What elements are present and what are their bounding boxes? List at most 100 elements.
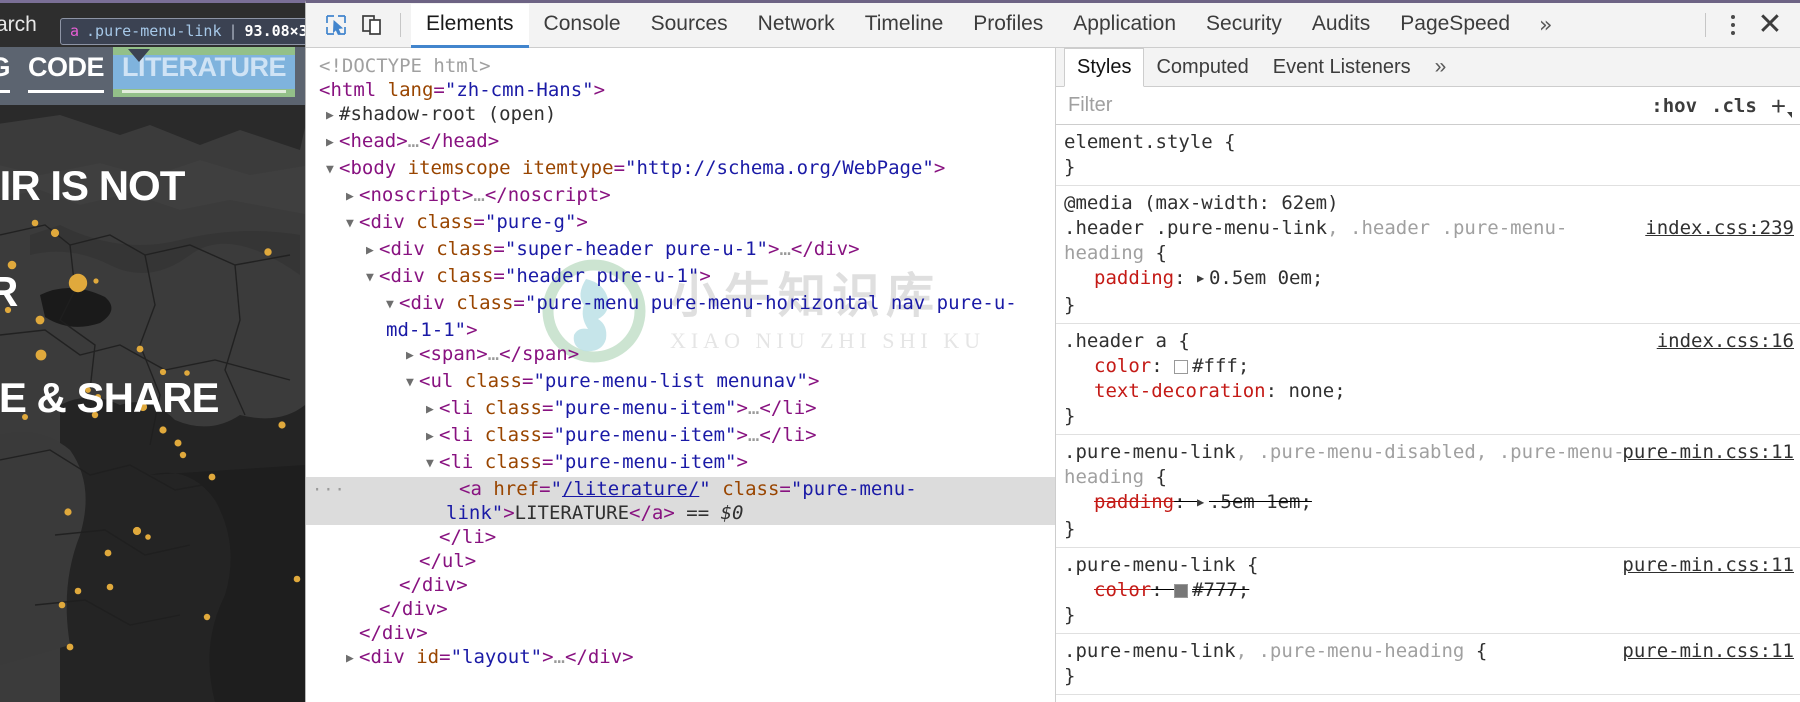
dom-row[interactable]: ▼ <ul class="pure-menu-list menunav"> [306, 369, 1055, 396]
css-declaration[interactable]: color: #fff; [1064, 354, 1800, 379]
css-rule-close-brace: } [1064, 604, 1076, 626]
css-rules-list[interactable]: element.style {} @media (max-width: 62em)… [1056, 125, 1800, 702]
dom-row[interactable]: ▶ <div class="super-header pure-u-1">…</d… [306, 237, 1055, 264]
disclosure-triangle-icon[interactable]: ▶ [326, 131, 339, 155]
css-rule[interactable]: .pure-menu-link {color: #777;} pure-min.c… [1056, 548, 1800, 634]
css-rule[interactable]: .pure-menu-link, .pure-menu-heading {} pu… [1056, 634, 1800, 695]
dom-row[interactable]: </div> [306, 597, 1055, 621]
css-selector[interactable]: element.style { [1064, 130, 1800, 155]
dom-row[interactable]: </div> [306, 573, 1055, 597]
dom-tree-pane[interactable]: 小牛知识库 XIAO NIU ZHI SHI KU <!DOCTYPE html… [306, 48, 1056, 702]
css-declaration[interactable]: color: #777; [1064, 578, 1800, 603]
dom-row[interactable]: ▶ <head>…</head> [306, 129, 1055, 156]
disclosure-triangle-icon[interactable]: ▼ [326, 158, 339, 182]
tab-event-listeners[interactable]: Event Listeners [1261, 48, 1423, 86]
tab-sources[interactable]: Sources [636, 4, 743, 48]
new-style-rule-button[interactable]: + [1771, 93, 1793, 119]
dom-row[interactable]: ▶ <div id="layout">…</div> [306, 645, 1055, 672]
dom-row[interactable]: ▼ <div class="pure-menu pure-menu-horizon… [306, 291, 1055, 342]
css-property: padding [1094, 491, 1175, 513]
css-declaration[interactable]: text-decoration: none; [1064, 379, 1800, 404]
css-value: .5em 1em; [1208, 491, 1312, 513]
tab-pagespeed[interactable]: PageSpeed [1385, 4, 1525, 48]
css-rule[interactable]: element.style {} [1056, 125, 1800, 186]
tab-console[interactable]: Console [529, 4, 636, 48]
tab-computed[interactable]: Computed [1144, 48, 1260, 86]
css-rule[interactable]: @media (max-width: 62em) .header .pure-me… [1056, 186, 1800, 324]
dom-row[interactable]: </li> [306, 525, 1055, 549]
disclosure-triangle-icon[interactable]: ▼ [346, 212, 359, 236]
dom-row[interactable]: ▼ <li class="pure-menu-item"> [306, 450, 1055, 477]
disclosure-triangle-icon[interactable]: ▶ [406, 344, 419, 368]
css-rule-close-brace: } [1064, 294, 1076, 316]
dom-row[interactable]: ▼ <body itemscope itemtype="http://schema… [306, 156, 1055, 183]
menu-item-code[interactable]: CODE [19, 47, 113, 97]
css-source-link[interactable]: index.css:16 [1657, 329, 1794, 354]
dom-row[interactable]: ▶ <noscript>…</noscript> [306, 183, 1055, 210]
disclosure-triangle-icon[interactable]: ▶ [426, 398, 439, 422]
close-icon[interactable]: ✕ [1750, 8, 1790, 42]
css-rule[interactable]: .header a {color: #fff; text-decoration: … [1056, 324, 1800, 435]
css-property: padding [1094, 267, 1175, 289]
css-source-link[interactable]: pure-min.css:11 [1622, 440, 1794, 465]
dom-row[interactable]: ▶ <li class="pure-menu-item">…</li> [306, 396, 1055, 423]
menu-link-code[interactable]: CODE [19, 47, 113, 97]
menu-item-blog[interactable]: BLOG [0, 47, 19, 97]
styles-tab-overflow-icon[interactable]: » [1423, 48, 1459, 86]
tab-overflow-icon[interactable]: » [1525, 13, 1566, 38]
world-map-graphic [0, 105, 305, 702]
dom-row[interactable]: ▶ <span>…</span> [306, 342, 1055, 369]
disclosure-triangle-icon[interactable]: ▼ [386, 293, 399, 317]
tab-security[interactable]: Security [1191, 4, 1297, 48]
tooltip-dimensions: 93.08×34 [244, 22, 305, 40]
kebab-menu-icon[interactable] [1716, 8, 1750, 42]
tab-profiles[interactable]: Profiles [958, 4, 1058, 48]
dom-row[interactable]: ▶ <li class="pure-menu-item">…</li> [306, 423, 1055, 450]
menu-underline-literature [122, 90, 286, 94]
dom-row[interactable]: </ul> [306, 549, 1055, 573]
tab-timeline[interactable]: Timeline [850, 4, 959, 48]
styles-filter-input[interactable] [1068, 94, 1638, 117]
tab-styles[interactable]: Styles [1064, 48, 1145, 87]
disclosure-triangle-icon[interactable]: ▶ [366, 239, 379, 263]
expand-shorthand-icon[interactable]: ▶ [1197, 490, 1209, 515]
disclosure-triangle-icon[interactable]: ▶ [346, 647, 359, 671]
css-declaration[interactable]: padding: ▶ 0.5em 0em; [1064, 266, 1800, 293]
menu-link-blog[interactable]: BLOG [0, 47, 19, 97]
css-rule[interactable]: .pure-menu-link, .pure-menu-disabled, .p… [1056, 435, 1800, 548]
css-declaration[interactable]: padding: ▶ .5em 1em; [1064, 490, 1800, 517]
dom-tree[interactable]: <!DOCTYPE html> <html lang="zh-cmn-Hans">… [306, 54, 1055, 672]
disclosure-triangle-icon[interactable]: ▼ [406, 371, 419, 395]
tab-audits[interactable]: Audits [1297, 4, 1385, 48]
css-source-link[interactable]: pure-min.css:11 [1622, 639, 1794, 664]
devtools-body: 小牛知识库 XIAO NIU ZHI SHI KU <!DOCTYPE html… [306, 48, 1800, 702]
dom-row[interactable]: ▼ <div class="pure-g"> [306, 210, 1055, 237]
dom-row[interactable]: ▶ #shadow-root (open) [306, 102, 1055, 129]
element-inspect-tooltip: a .pure-menu-link | 93.08×34 [60, 18, 305, 45]
disclosure-triangle-icon[interactable]: ▼ [426, 452, 439, 476]
disclosure-triangle-icon[interactable]: ▶ [426, 425, 439, 449]
css-source-link[interactable]: index.css:239 [1645, 216, 1794, 241]
disclosure-triangle-icon[interactable]: ▼ [366, 266, 379, 290]
dom-row[interactable]: <html lang="zh-cmn-Hans"> [306, 78, 1055, 102]
force-state-hov-button[interactable]: :hov [1651, 95, 1697, 117]
tab-application[interactable]: Application [1058, 4, 1191, 48]
element-classes-button[interactable]: .cls [1711, 95, 1757, 117]
expand-shorthand-icon[interactable]: ▶ [1197, 266, 1209, 291]
color-swatch[interactable] [1174, 360, 1189, 374]
device-toolbar-icon[interactable] [354, 9, 390, 41]
tab-network[interactable]: Network [743, 4, 850, 48]
color-swatch[interactable] [1174, 584, 1189, 598]
menu-link-blog-label: BLOG [0, 52, 10, 82]
css-property: text-decoration [1094, 380, 1266, 402]
dom-row[interactable]: <!DOCTYPE html> [306, 54, 1055, 78]
disclosure-triangle-icon[interactable]: ▶ [326, 104, 339, 128]
css-source-link[interactable]: pure-min.css:11 [1622, 553, 1794, 578]
styles-filter-row: :hov .cls + [1056, 87, 1800, 125]
disclosure-triangle-icon[interactable]: ▶ [346, 185, 359, 209]
tab-elements[interactable]: Elements [411, 3, 529, 48]
inspect-cursor-icon[interactable] [318, 9, 354, 41]
dom-row[interactable]: ▼ <div class="header pure-u-1"> [306, 264, 1055, 291]
dom-row-selected[interactable]: ··· <a href="/literature/" class="pure-me… [306, 477, 1055, 525]
dom-row[interactable]: </div> [306, 621, 1055, 645]
